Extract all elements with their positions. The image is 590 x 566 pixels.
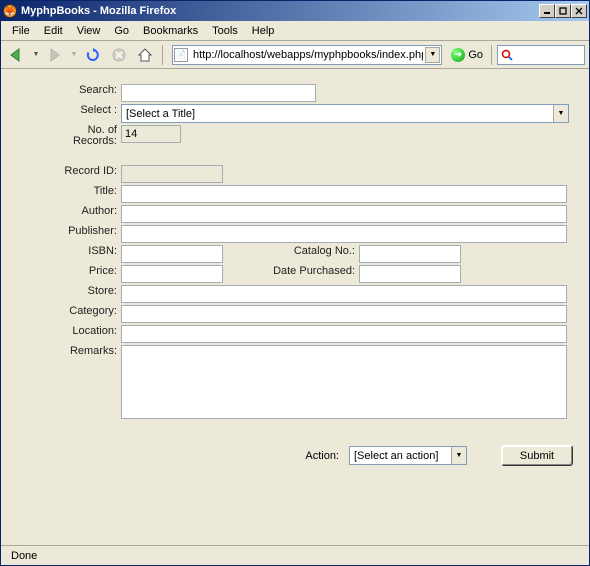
label-date-purchased: Date Purchased: xyxy=(249,264,357,284)
go-label: Go xyxy=(468,49,483,61)
remarks-textarea[interactable] xyxy=(121,345,567,419)
menu-tools[interactable]: Tools xyxy=(205,23,245,39)
label-search: Search: xyxy=(11,83,119,103)
label-record-id: Record ID: xyxy=(11,164,119,184)
label-isbn: ISBN: xyxy=(11,244,119,264)
label-author: Author: xyxy=(11,204,119,224)
forward-button[interactable] xyxy=(43,43,67,67)
label-no-of-records: No. ofRecords: xyxy=(11,124,119,148)
label-location: Location: xyxy=(11,324,119,344)
toolbar-separator xyxy=(162,45,163,65)
go-button[interactable]: ➜ Go xyxy=(448,48,486,62)
action-row: Action: [Select an action] ▼ Submit xyxy=(11,445,579,466)
forward-dropdown[interactable]: ▼ xyxy=(69,51,79,58)
home-button[interactable] xyxy=(133,43,157,67)
stop-button[interactable] xyxy=(107,43,131,67)
status-text: Done xyxy=(5,548,55,564)
menu-view[interactable]: View xyxy=(70,23,108,39)
label-remarks: Remarks: xyxy=(11,344,119,423)
url-input[interactable] xyxy=(191,47,425,63)
record-id-field xyxy=(121,165,223,183)
menu-go[interactable]: Go xyxy=(107,23,136,39)
price-input[interactable] xyxy=(121,265,223,283)
store-input[interactable] xyxy=(121,285,567,303)
go-icon: ➜ xyxy=(451,48,465,62)
browser-window: 🦊 MyphpBooks - Mozilla Firefox File Edit… xyxy=(0,0,590,566)
url-bar[interactable]: 📄 ▼ xyxy=(172,45,442,65)
chevron-down-icon: ▼ xyxy=(553,105,568,122)
label-select: Select : xyxy=(11,103,119,124)
menu-edit[interactable]: Edit xyxy=(37,23,70,39)
no-of-records-field xyxy=(121,125,181,143)
search-input[interactable] xyxy=(121,84,316,102)
minimize-button[interactable] xyxy=(539,4,555,18)
submit-button[interactable]: Submit xyxy=(501,445,573,466)
search-engine-icon[interactable] xyxy=(500,48,513,61)
title-bar: 🦊 MyphpBooks - Mozilla Firefox xyxy=(1,1,589,21)
reload-button[interactable] xyxy=(81,43,105,67)
author-input[interactable] xyxy=(121,205,567,223)
menu-help[interactable]: Help xyxy=(245,23,282,39)
title-select[interactable]: [Select a Title] ▼ xyxy=(121,104,569,123)
title-select-value: [Select a Title] xyxy=(122,108,553,120)
page-icon: 📄 xyxy=(174,48,188,62)
menu-bookmarks[interactable]: Bookmarks xyxy=(136,23,205,39)
isbn-input[interactable] xyxy=(121,245,223,263)
label-action: Action: xyxy=(305,450,339,462)
back-dropdown[interactable]: ▼ xyxy=(31,51,41,58)
label-catalog-no: Catalog No.: xyxy=(249,244,357,264)
search-bar[interactable] xyxy=(497,45,585,65)
back-button[interactable] xyxy=(5,43,29,67)
form-table: Search: Select : [Select a Title] ▼ No. … xyxy=(11,83,579,423)
label-category: Category: xyxy=(11,304,119,324)
chevron-down-icon: ▼ xyxy=(451,447,466,464)
maximize-button[interactable] xyxy=(555,4,571,18)
submit-label: Submit xyxy=(520,450,554,462)
action-select-value: [Select an action] xyxy=(350,450,451,462)
toolbar-separator-2 xyxy=(491,45,492,65)
navigation-toolbar: ▼ ▼ 📄 ▼ ➜ Go xyxy=(1,41,589,69)
date-purchased-input[interactable] xyxy=(359,265,461,283)
label-store: Store: xyxy=(11,284,119,304)
menu-bar: File Edit View Go Bookmarks Tools Help xyxy=(1,21,589,41)
category-input[interactable] xyxy=(121,305,567,323)
title-input[interactable] xyxy=(121,185,567,203)
page-content: Search: Select : [Select a Title] ▼ No. … xyxy=(1,69,589,545)
catalog-no-input[interactable] xyxy=(359,245,461,263)
firefox-icon: 🦊 xyxy=(3,4,17,18)
url-dropdown[interactable]: ▼ xyxy=(425,47,440,63)
close-button[interactable] xyxy=(571,4,587,18)
window-title: MyphpBooks - Mozilla Firefox xyxy=(21,5,539,17)
location-input[interactable] xyxy=(121,325,567,343)
menu-file[interactable]: File xyxy=(5,23,37,39)
label-price: Price: xyxy=(11,264,119,284)
label-title: Title: xyxy=(11,184,119,204)
action-select[interactable]: [Select an action] ▼ xyxy=(349,446,467,465)
label-publisher: Publisher: xyxy=(11,224,119,244)
status-bar: Done xyxy=(1,545,589,565)
publisher-input[interactable] xyxy=(121,225,567,243)
